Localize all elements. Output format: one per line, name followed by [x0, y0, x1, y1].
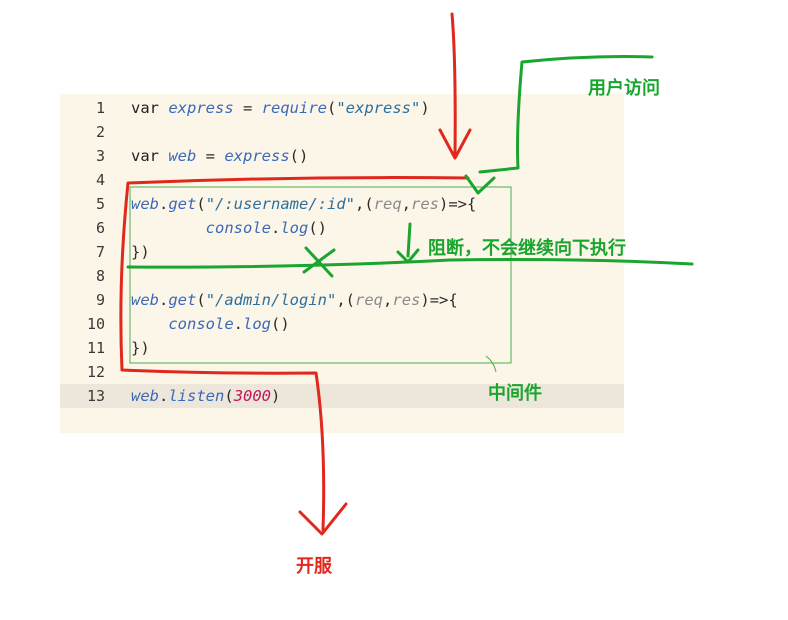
user-access-label: 用户访问: [588, 78, 660, 99]
red-flow-path: [119, 176, 470, 532]
annotation-overlay: [119, 12, 694, 536]
green-cross-mark-b: [302, 248, 336, 274]
green-blocked-down-stroke: [406, 222, 412, 258]
middleware-box: [129, 186, 512, 364]
middleware-pointer-stroke: [485, 355, 497, 373]
red-entry-arrow-line: [450, 12, 457, 158]
middleware-label: 中间件: [488, 383, 542, 404]
blocked-label: 阻断，不会继续向下执行: [428, 238, 626, 259]
start-server-label: 开服: [296, 556, 332, 577]
green-access-arrow-head: [464, 174, 496, 195]
